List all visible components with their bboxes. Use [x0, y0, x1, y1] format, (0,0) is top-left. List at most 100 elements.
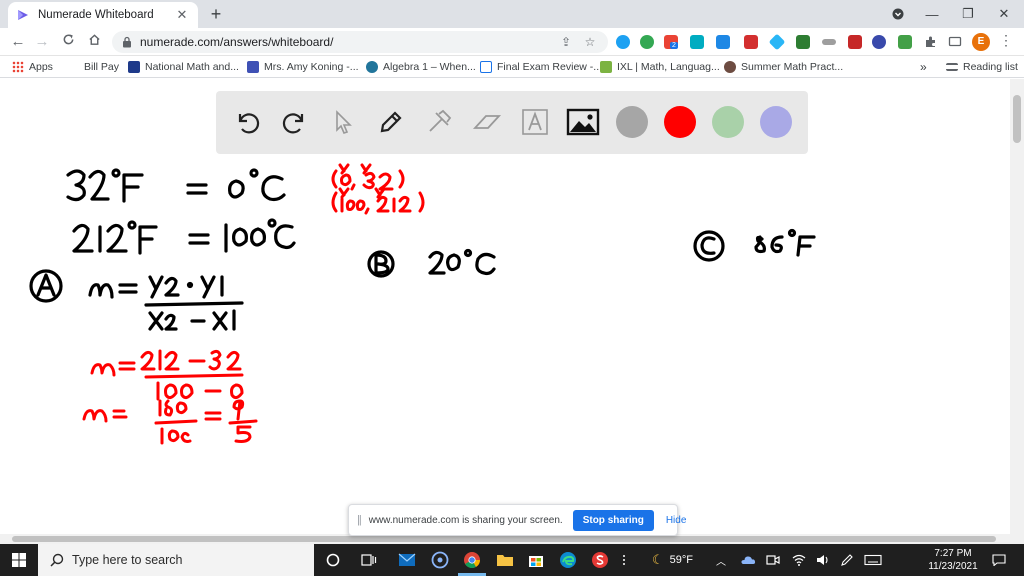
pdf-extension-icon[interactable]: [848, 35, 862, 49]
close-window-button[interactable]: ✕: [986, 0, 1022, 28]
cortana-icon[interactable]: [321, 548, 345, 572]
tab-strip: Numerade Whiteboard ✕ + — ❐ ✕: [0, 0, 1024, 28]
horizontal-scroll-thumb[interactable]: [12, 536, 996, 542]
extension-8-icon[interactable]: [796, 35, 810, 49]
share-page-icon[interactable]: ⇪: [558, 35, 574, 49]
windows-start-button[interactable]: [0, 544, 38, 576]
chrome-taskbar-icon[interactable]: [460, 548, 484, 572]
extension-10-icon[interactable]: [898, 35, 912, 49]
back-arrow-icon[interactable]: ←: [8, 32, 28, 52]
document-icon: [480, 61, 492, 73]
bookmark-final-exam-review[interactable]: Final Exam Review -...: [480, 59, 602, 75]
tools-icon[interactable]: [422, 105, 456, 139]
bookmark-mrs-amy-koning[interactable]: Mrs. Amy Koning -...: [247, 59, 359, 75]
redo-icon[interactable]: [278, 105, 312, 139]
forward-arrow-icon[interactable]: →: [32, 32, 52, 52]
app-s-icon[interactable]: [588, 548, 612, 572]
edge-browser-icon[interactable]: [556, 548, 580, 572]
reload-icon[interactable]: [58, 32, 78, 52]
ixl-icon: [600, 61, 612, 73]
stop-sharing-button[interactable]: Stop sharing: [572, 509, 654, 531]
extension-6-icon[interactable]: [744, 35, 758, 49]
share-message: www.numerade.com is sharing your screen.: [368, 514, 563, 526]
text-tool-icon[interactable]: [518, 105, 552, 139]
cast-icon[interactable]: [948, 35, 962, 49]
taskbar-clock[interactable]: 7:27 PM 11/23/2021: [924, 547, 982, 573]
search-placeholder: Type here to search: [72, 553, 183, 567]
tab-title: Numerade Whiteboard: [38, 9, 154, 21]
tab-close-icon[interactable]: ✕: [174, 7, 190, 23]
extension-4-icon[interactable]: [690, 35, 704, 49]
calendar-icon: [247, 61, 259, 73]
pen-workspace-icon[interactable]: [840, 544, 854, 576]
whiteboard-toolbar: [216, 91, 808, 154]
drag-handle-icon[interactable]: ||: [357, 514, 362, 526]
windows-taskbar: Type here to search ☾ 59°F ︿ 7:27 PM 11/…: [0, 544, 1024, 576]
chrome-profile-menu-icon[interactable]: [880, 0, 916, 28]
new-tab-button[interactable]: +: [206, 4, 226, 24]
eraser-icon[interactable]: [470, 105, 504, 139]
national-math-icon: [128, 61, 140, 73]
bookmark-ixl[interactable]: IXL | Math, Languag...: [600, 59, 720, 75]
vertical-scrollbar[interactable]: [1010, 79, 1024, 534]
bookmarks-overflow-button[interactable]: »: [920, 59, 927, 75]
file-explorer-icon[interactable]: [493, 548, 517, 572]
meet-now-icon[interactable]: [766, 544, 780, 576]
color-swatch-green[interactable]: [712, 106, 744, 138]
onedrive-icon[interactable]: [740, 544, 756, 576]
select-pointer-icon[interactable]: [326, 105, 360, 139]
extensions-puzzle-icon[interactable]: [924, 35, 938, 49]
bookmark-apps[interactable]: Apps: [12, 59, 53, 75]
bookmark-algebra-1[interactable]: Algebra 1 – When...: [366, 59, 476, 75]
summer-math-icon: [724, 61, 736, 73]
keyboard-icon[interactable]: [864, 544, 882, 576]
extension-7-icon[interactable]: [768, 33, 786, 51]
wordpress-icon: [366, 61, 378, 73]
image-icon[interactable]: [566, 105, 600, 139]
media-app-icon[interactable]: [428, 548, 452, 572]
reading-list-button[interactable]: Reading list: [946, 59, 1018, 75]
store-app-icon[interactable]: [524, 548, 548, 572]
extension-9-icon[interactable]: [822, 39, 836, 45]
tab-numerade-whiteboard[interactable]: Numerade Whiteboard ✕: [8, 2, 198, 28]
profile-avatar[interactable]: E: [972, 33, 990, 51]
hide-button[interactable]: Hide: [666, 515, 687, 526]
extension-3-icon[interactable]: 2: [664, 35, 678, 49]
notifications-icon[interactable]: [992, 544, 1006, 576]
bookmark-summer-math[interactable]: Summer Math Pract...: [724, 59, 843, 75]
clock-time: 7:27 PM: [934, 548, 972, 559]
taskbar-overflow-icon[interactable]: [612, 548, 636, 572]
pen-icon[interactable]: [374, 105, 408, 139]
task-view-icon[interactable]: [357, 548, 381, 572]
extension-2-icon[interactable]: [640, 35, 654, 49]
minimize-button[interactable]: —: [914, 0, 950, 28]
lock-icon: [123, 36, 131, 48]
home-icon[interactable]: [84, 32, 104, 52]
undo-icon[interactable]: [230, 105, 264, 139]
address-bar[interactable]: numerade.com/answers/whiteboard/ ⇪ ☆: [112, 31, 608, 53]
moon-icon: ☾: [652, 552, 664, 567]
restore-button[interactable]: ❐: [950, 0, 986, 28]
bookmark-bill-pay[interactable]: Bill Pay: [84, 59, 119, 75]
bookmark-national-math[interactable]: National Math and...: [128, 59, 239, 75]
bookmark-star-icon[interactable]: ☆: [582, 35, 598, 49]
weather-temperature: 59°F: [669, 554, 694, 566]
mail-app-icon[interactable]: [395, 548, 419, 572]
tray-chevron-up-icon[interactable]: ︿: [716, 544, 726, 576]
volume-icon[interactable]: [816, 544, 830, 576]
taskbar-search-input[interactable]: Type here to search: [38, 544, 314, 576]
color-swatch-red[interactable]: [664, 106, 696, 138]
network-wifi-icon[interactable]: [792, 544, 806, 576]
extension-5-icon[interactable]: [716, 35, 730, 49]
apps-grid-icon: [12, 61, 24, 73]
vertical-scroll-thumb[interactable]: [1013, 95, 1021, 143]
color-swatch-gray[interactable]: [616, 106, 648, 138]
extension-badge: 2: [670, 42, 678, 49]
ink-black: [29, 168, 816, 331]
color-swatch-purple[interactable]: [760, 106, 792, 138]
weather-widget[interactable]: ☾ 59°F: [652, 544, 693, 576]
extension-1-icon[interactable]: [616, 35, 630, 49]
browser-toolbar: ← → numerade.com/answers/whiteboard/ ⇪ ☆…: [0, 28, 1024, 56]
extension-k-icon[interactable]: [872, 35, 886, 49]
chrome-menu-icon[interactable]: ⋮: [999, 32, 1013, 49]
